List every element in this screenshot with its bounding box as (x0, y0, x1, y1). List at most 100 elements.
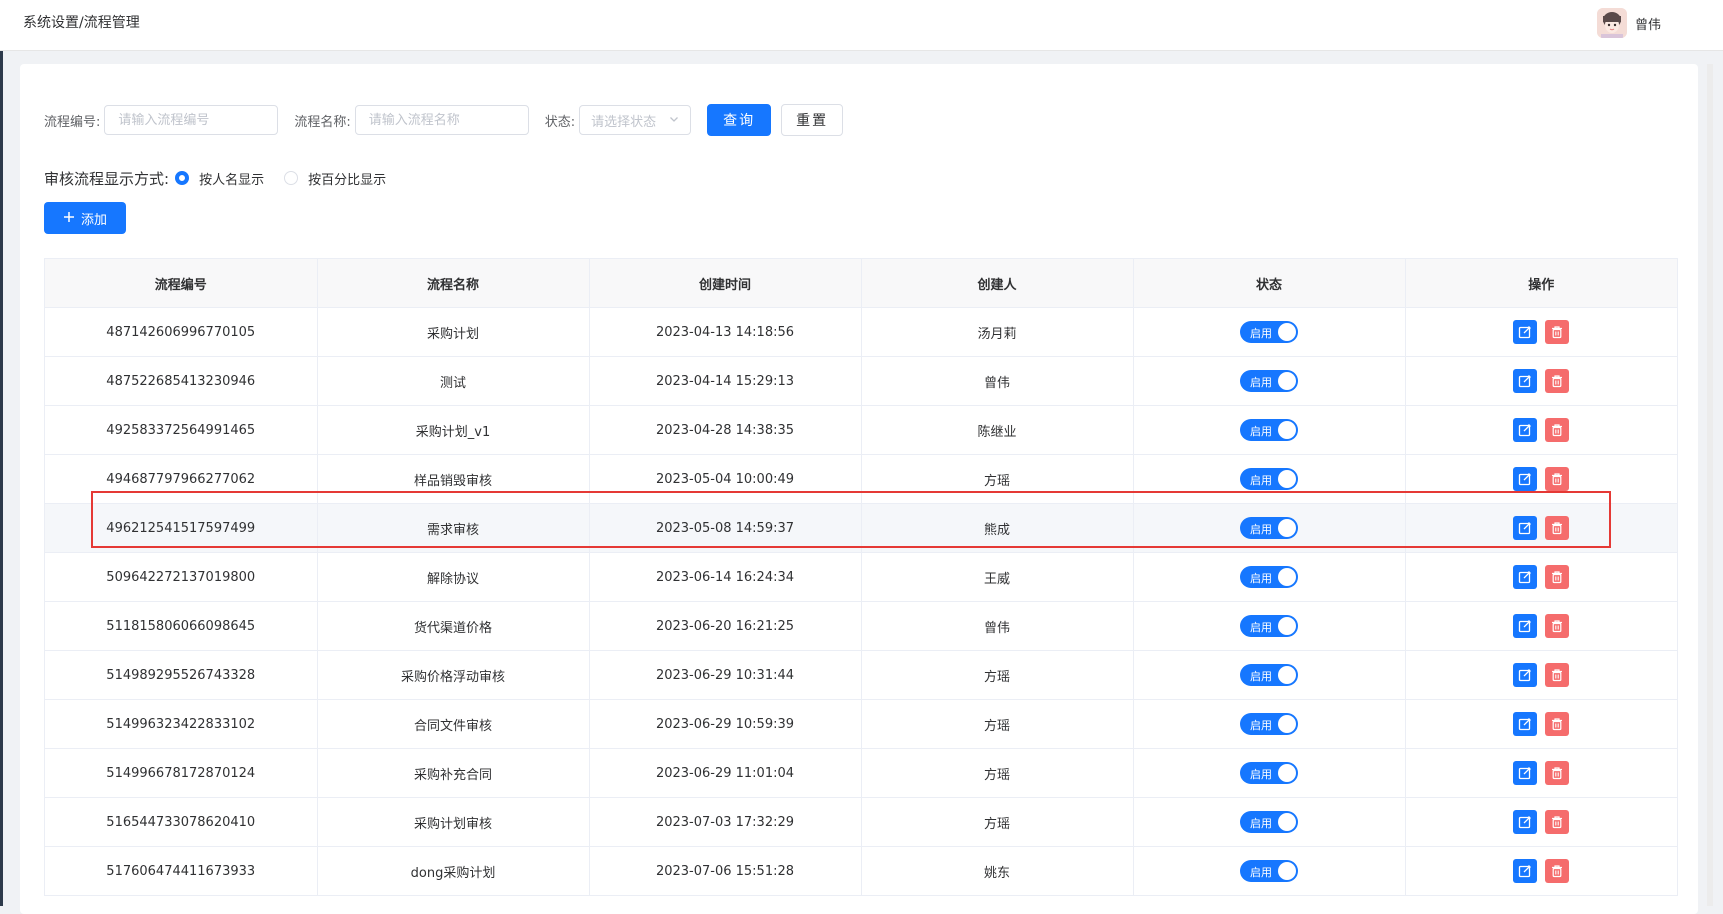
cell-name: 采购计划 (317, 307, 590, 357)
trash-icon[interactable] (1545, 761, 1570, 785)
trash-icon[interactable] (1545, 418, 1570, 442)
reset-button[interactable]: 重置 (781, 104, 844, 136)
table-row: 487142606996770105 采购计划 2023-04-13 14:18:5… (45, 307, 1677, 357)
cell-code: 511815806066098645 (45, 601, 318, 651)
cell-status: 启用 (1133, 650, 1406, 700)
cell-creator: 方瑶 (861, 650, 1134, 700)
cell-code: 487522685413230946 (45, 356, 318, 406)
trash-icon[interactable] (1545, 320, 1570, 344)
trash-icon[interactable] (1545, 810, 1570, 834)
cell-code: 514989295526743328 (45, 650, 318, 700)
cell-name: 解除协议 (317, 552, 590, 602)
status-toggle-label: 启用 (1250, 376, 1272, 389)
cell-code: 514996678172870124 (45, 748, 318, 798)
column-header: 流程名称 (317, 259, 590, 308)
edit-icon[interactable] (1513, 369, 1538, 393)
cell-code: 492583372564991465 (45, 405, 318, 455)
toggle-knob (1278, 715, 1296, 733)
cell-actions (1405, 552, 1677, 602)
cell-created: 2023-06-20 16:21:25 (589, 601, 862, 651)
cell-code: 496212541517597499 (45, 503, 318, 553)
status-toggle-label: 启用 (1250, 719, 1272, 732)
edit-icon[interactable] (1513, 320, 1538, 344)
edit-icon[interactable] (1513, 418, 1538, 442)
status-toggle-label: 启用 (1250, 474, 1272, 487)
status-toggle-label: 启用 (1250, 817, 1272, 830)
edit-icon[interactable] (1513, 614, 1538, 638)
status-toggle[interactable]: 启用 (1240, 811, 1298, 833)
status-toggle[interactable]: 启用 (1240, 860, 1298, 882)
trash-icon[interactable] (1545, 859, 1570, 883)
status-toggle[interactable]: 启用 (1240, 566, 1298, 588)
table-row: 514989295526743328 采购价格浮动审核 2023-06-29 10:… (45, 650, 1677, 700)
trash-icon[interactable] (1545, 614, 1570, 638)
cell-status: 启用 (1133, 601, 1406, 651)
trash-icon[interactable] (1545, 565, 1570, 589)
cell-actions (1405, 797, 1677, 847)
cell-name: 合同文件审核 (317, 699, 590, 749)
toggle-knob (1278, 323, 1296, 341)
name-label: 流程名称: (294, 114, 351, 130)
table-row: 494687797966277062 样品销毁审核 2023-05-04 10:00… (45, 454, 1677, 504)
cell-name: 采购计划审核 (317, 797, 590, 847)
edit-icon[interactable] (1513, 859, 1538, 883)
status-toggle-label: 启用 (1250, 670, 1272, 683)
page-scrollbar[interactable] (1707, 64, 1713, 906)
trash-icon[interactable] (1545, 712, 1570, 736)
edit-icon[interactable] (1513, 761, 1538, 785)
status-toggle[interactable]: 启用 (1240, 419, 1298, 441)
cell-actions (1405, 307, 1677, 357)
cell-actions (1405, 405, 1677, 455)
process-table: 流程编号 流程名称 创建时间 创建人 状态 操作 487142606996770… (44, 258, 1678, 896)
cell-creator: 熊成 (861, 503, 1134, 553)
plus-icon (63, 210, 75, 226)
cell-code: 516544733078620410 (45, 797, 318, 847)
cell-creator: 汤月莉 (861, 307, 1134, 357)
status-toggle[interactable]: 启用 (1240, 762, 1298, 784)
status-select-placeholder: 请选择状态 (591, 114, 657, 130)
status-toggle[interactable]: 启用 (1240, 468, 1298, 490)
radio-by-name[interactable]: 按人名显示 (175, 169, 264, 188)
cell-actions (1405, 748, 1677, 798)
table-row: 514996678172870124 采购补充合同 2023-06-29 11:01… (45, 748, 1677, 798)
cell-created: 2023-06-29 10:59:39 (589, 699, 862, 749)
cell-created: 2023-07-03 17:32:29 (589, 797, 862, 847)
toggle-knob (1278, 519, 1296, 537)
edit-icon[interactable] (1513, 810, 1538, 834)
trash-icon[interactable] (1545, 516, 1570, 540)
cell-created: 2023-06-14 16:24:34 (589, 552, 862, 602)
status-toggle[interactable]: 启用 (1240, 713, 1298, 735)
cell-status: 启用 (1133, 454, 1406, 504)
cell-actions (1405, 356, 1677, 406)
code-input[interactable] (116, 111, 267, 129)
cell-status: 启用 (1133, 503, 1406, 553)
top-bar: 系统设置/流程管理 曾伟 (0, 0, 1723, 51)
edit-icon[interactable] (1513, 712, 1538, 736)
radio-dot (284, 171, 299, 185)
radio-by-percent[interactable]: 按百分比显示 (284, 169, 386, 188)
cell-creator: 姚东 (861, 846, 1134, 896)
status-toggle[interactable]: 启用 (1240, 370, 1298, 392)
status-toggle[interactable]: 启用 (1240, 664, 1298, 686)
status-select[interactable]: 请选择状态 (579, 105, 692, 135)
cell-actions (1405, 503, 1677, 553)
edit-icon[interactable] (1513, 663, 1538, 687)
cell-name: 采购补充合同 (317, 748, 590, 798)
trash-icon[interactable] (1545, 663, 1570, 687)
trash-icon[interactable] (1545, 369, 1570, 393)
edit-icon[interactable] (1513, 516, 1538, 540)
edit-icon[interactable] (1513, 467, 1538, 491)
cell-actions (1405, 846, 1677, 896)
query-button[interactable]: 查询 (707, 104, 772, 136)
name-input[interactable] (366, 111, 517, 129)
status-toggle[interactable]: 启用 (1240, 321, 1298, 343)
cell-creator: 方瑶 (861, 454, 1134, 504)
user-menu[interactable]: 曾伟 (1597, 7, 1661, 39)
main-card: 流程编号: 流程名称: 状态: 请选择状态 查询 重置 审核流程显示方式: 按人… (20, 64, 1698, 914)
status-toggle[interactable]: 启用 (1240, 615, 1298, 637)
status-toggle[interactable]: 启用 (1240, 517, 1298, 539)
edit-icon[interactable] (1513, 565, 1538, 589)
status-toggle-label: 启用 (1250, 621, 1272, 634)
trash-icon[interactable] (1545, 467, 1570, 491)
add-button[interactable]: 添加 (44, 202, 126, 234)
